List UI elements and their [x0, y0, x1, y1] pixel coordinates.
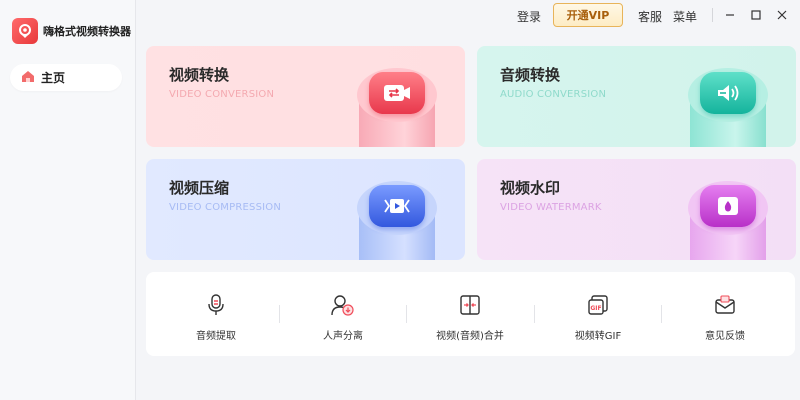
brand: 嗨格式视频转换器 [12, 18, 131, 44]
card-subtitle: VIDEO WATERMARK [500, 202, 602, 213]
minimize-icon[interactable] [721, 6, 739, 24]
voice-separation-icon [330, 292, 356, 317]
tool-audio-extract[interactable]: 音频提取 [166, 292, 266, 342]
microphone-icon [203, 292, 229, 317]
customer-service-link[interactable]: 客服 [638, 8, 662, 25]
tool-label: 人声分离 [323, 331, 363, 342]
sidebar-item-label: 主页 [41, 71, 66, 85]
tool-merge[interactable]: 视频(音频)合并 [420, 292, 520, 342]
close-icon[interactable] [773, 6, 791, 24]
tool-divider [534, 305, 535, 323]
tool-voice-separation[interactable]: 人声分离 [293, 292, 393, 342]
merge-icon [457, 292, 483, 317]
card-title: 视频水印 [500, 179, 561, 197]
maximize-icon[interactable] [747, 6, 765, 24]
mail-icon [712, 292, 738, 317]
card-title: 视频压缩 [169, 179, 230, 197]
tools-panel: 音频提取 人声分离 视频(音频)合并 GIF 视频转GIF 意见反馈 [146, 272, 795, 356]
tool-divider [406, 305, 407, 323]
tool-video-to-gif[interactable]: GIF 视频转GIF [548, 292, 648, 342]
tool-divider [661, 305, 662, 323]
app-title: 嗨格式视频转换器 [43, 25, 131, 38]
card-subtitle: AUDIO CONVERSION [500, 89, 607, 100]
svg-text:GIF: GIF [590, 305, 601, 312]
audio-conversion-card[interactable]: 音频转换 AUDIO CONVERSION [477, 46, 796, 147]
tool-label: 意见反馈 [705, 331, 745, 342]
video-convert-icon [357, 64, 437, 147]
sidebar: 嗨格式视频转换器 主页 [0, 0, 136, 400]
window-controls-divider [712, 8, 713, 22]
tool-label: 音频提取 [196, 331, 236, 342]
tool-label: 视频转GIF [574, 331, 622, 342]
home-icon [21, 68, 35, 87]
card-subtitle: VIDEO COMPRESSION [169, 202, 282, 213]
card-title: 视频转换 [169, 66, 230, 84]
video-conversion-card[interactable]: 视频转换 VIDEO CONVERSION [146, 46, 465, 147]
card-title: 音频转换 [500, 66, 561, 84]
tool-feedback[interactable]: 意见反馈 [675, 292, 775, 342]
login-link[interactable]: 登录 [517, 8, 541, 25]
gif-icon: GIF [585, 292, 611, 317]
vip-button[interactable]: 开通VIP [553, 3, 623, 27]
app-logo-icon [12, 18, 38, 44]
video-compress-icon [357, 177, 437, 260]
menu-link[interactable]: 菜单 [673, 8, 697, 25]
sidebar-item-home[interactable]: 主页 [10, 64, 122, 91]
video-watermark-card[interactable]: 视频水印 VIDEO WATERMARK [477, 159, 796, 260]
video-compression-card[interactable]: 视频压缩 VIDEO COMPRESSION [146, 159, 465, 260]
topbar: 登录 开通VIP 客服 菜单 [136, 0, 800, 32]
video-watermark-icon [688, 177, 768, 260]
card-subtitle: VIDEO CONVERSION [169, 89, 275, 100]
audio-convert-icon [688, 64, 768, 147]
tool-label: 视频(音频)合并 [436, 331, 504, 342]
tool-divider [279, 305, 280, 323]
